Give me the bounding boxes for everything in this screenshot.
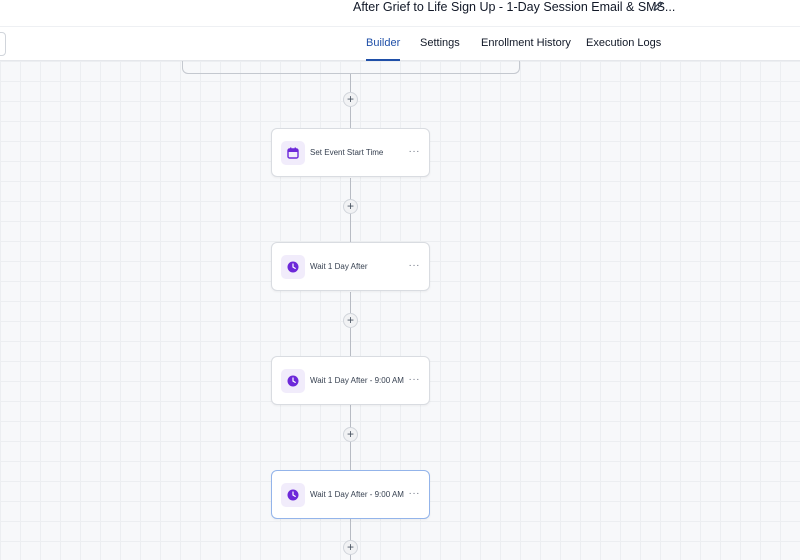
title-bar: After Grief to Life Sign Up - 1-Day Sess…	[0, 0, 800, 27]
pencil-icon[interactable]	[652, 0, 664, 12]
add-step-button[interactable]: +	[343, 92, 358, 107]
tab-execution-logs[interactable]: Execution Logs	[586, 27, 661, 60]
add-step-button[interactable]: +	[343, 199, 358, 214]
tab-builder[interactable]: Builder	[366, 27, 401, 61]
branch-connector	[182, 61, 520, 74]
more-options-icon[interactable]: ···	[409, 357, 421, 404]
node-label: Wait 1 Day After - 9:00 AM	[310, 376, 404, 385]
tab-enrollment-history[interactable]: Enrollment History	[481, 27, 571, 60]
add-step-button[interactable]: +	[343, 427, 358, 442]
back-control[interactable]	[0, 32, 6, 56]
calendar-icon	[287, 147, 299, 159]
more-options-icon[interactable]: ···	[409, 471, 421, 518]
add-step-button[interactable]: +	[343, 313, 358, 328]
node-icon-container	[281, 483, 305, 507]
more-options-icon[interactable]: ···	[409, 243, 421, 290]
node-wait-1-day-after[interactable]: Wait 1 Day After ···	[271, 242, 430, 291]
clock-icon	[287, 489, 299, 501]
workflow-title[interactable]: After Grief to Life Sign Up - 1-Day Sess…	[353, 0, 675, 14]
node-wait-1-day-after-9am[interactable]: Wait 1 Day After - 9:00 AM ···	[271, 356, 430, 405]
node-icon-container	[281, 141, 305, 165]
node-label: Wait 1 Day After - 9:00 AM	[310, 490, 404, 499]
add-step-button[interactable]: +	[343, 540, 358, 555]
node-icon-container	[281, 369, 305, 393]
tab-settings[interactable]: Settings	[420, 27, 460, 60]
node-icon-container	[281, 255, 305, 279]
node-set-event-start-time[interactable]: Set Event Start Time ···	[271, 128, 430, 177]
tabs-bar: Builder Settings Enrollment History Exec…	[0, 27, 800, 61]
node-label: Wait 1 Day After	[310, 262, 368, 271]
node-label: Set Event Start Time	[310, 148, 384, 157]
more-options-icon[interactable]: ···	[409, 129, 421, 176]
clock-icon	[287, 375, 299, 387]
node-wait-1-day-after-9am-selected[interactable]: Wait 1 Day After - 9:00 AM ···	[271, 470, 430, 519]
workflow-canvas[interactable]: + Set Event Start Time ··· + Wait 1 Day …	[0, 61, 800, 560]
clock-icon	[287, 261, 299, 273]
